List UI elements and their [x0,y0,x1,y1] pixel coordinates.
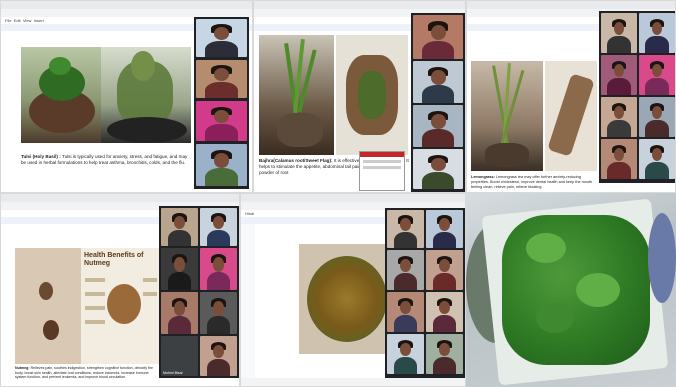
participant-tile[interactable] [161,208,198,246]
menu-item-insert[interactable]: Insert [34,18,44,23]
participant-tile[interactable] [387,334,424,374]
participant-tile[interactable] [601,55,637,95]
bajhra-photo-roots [336,35,408,155]
nutmeg-caption: Nutmeg: Relieves pain, soothes indigesti… [15,366,160,380]
panel-lemongrass: Lemongrass: Lemongrass tea may offer fur… [466,0,676,193]
tulsi-photo-bush [101,47,191,143]
participant-tile[interactable] [426,250,463,290]
meet-participants-grid [385,208,465,378]
participant-name: Mohini Bisal [163,371,183,375]
nutmeg-caption-title: Nutmeg: [15,366,30,370]
participant-tile[interactable] [387,250,424,290]
participant-tile[interactable] [426,292,463,332]
meet-participants-grid [599,11,675,183]
bajhra-photo-plant [259,35,334,155]
browser-toolbar[interactable] [1,9,252,17]
participant-tile[interactable] [601,139,637,179]
participant-tile[interactable] [426,334,463,374]
participant-tile[interactable] [387,210,424,248]
lemongrass-caption: Lemongrass: Lemongrass tea may offer fur… [471,175,599,190]
panel-tulsi: File Edit View Insert Tulsi (Holy Basil)… [0,0,253,193]
meet-participants-column [411,13,465,192]
tulsi-caption-title: Tulsi (Holy Basil) : [21,154,61,159]
lemongrass-caption-title: Lemongrass: [471,175,495,179]
participant-tile[interactable] [413,149,463,189]
lemongrass-photo-dried [545,61,597,171]
participant-tile[interactable] [601,13,637,53]
participant-tile[interactable] [200,208,237,246]
menu-item-file[interactable]: File [5,18,11,23]
participant-tile[interactable] [639,97,675,137]
infographic-title: Health Benefits of Nutmeg [84,252,144,267]
browser-tab-bar[interactable] [1,1,252,9]
participant-tile[interactable] [161,292,198,334]
lemongrass-photo-plant [471,61,543,171]
browser-tab-bar[interactable] [1,194,239,202]
participant-tile[interactable] [639,13,675,53]
participant-tile[interactable] [639,139,675,179]
browser-tab-bar[interactable] [467,1,675,9]
participant-tile[interactable] [200,336,237,376]
browser-tab-bar[interactable] [254,1,465,9]
nutmeg-photo [15,248,81,364]
participant-tile[interactable] [413,61,463,103]
taskbar-strip[interactable] [241,378,465,386]
sprouts-photo [299,244,395,354]
panel-nutmeg: Health Benefits of Nutmeg Nutmeg: Reliev… [0,193,240,387]
doc-title[interactable]: Hindi [245,211,254,216]
participant-tile[interactable] [387,292,424,332]
herb-tray-photo [466,193,676,387]
participant-tile[interactable] [426,210,463,248]
meet-participants-column [194,17,249,189]
browser-tab-bar[interactable] [241,194,465,202]
tulsi-photo-pot [21,47,103,143]
meet-participants-grid: Mohini Bisal [159,206,239,378]
nutmeg-infographic: Health Benefits of Nutmeg [81,248,159,364]
participant-tile-named[interactable]: Mohini Bisal [161,336,198,376]
participant-tile[interactable] [161,248,198,290]
bajhra-caption-title: Bajhra(Calamus root/Sweet Flag): [259,158,333,163]
participant-tile[interactable] [200,248,237,290]
participant-tile[interactable] [413,105,463,147]
participant-tile[interactable] [601,97,637,137]
participant-tile[interactable] [196,144,247,186]
panel-bajhra: Bajhra(Calamus root/Sweet Flag): It is e… [253,0,466,193]
participant-tile[interactable] [196,19,247,57]
participant-tile[interactable] [200,292,237,334]
menu-item-edit[interactable]: Edit [14,18,21,23]
popup-dialog[interactable] [359,151,405,191]
docs-page-margin [241,224,255,380]
participant-tile[interactable] [196,101,247,141]
tulsi-caption: Tulsi (Holy Basil) : Tulsi is typically … [21,154,191,166]
participant-tile[interactable] [639,55,675,95]
panel-sprouts: Hindi [240,193,466,387]
nutmeg-caption-body: Relieves pain, soothes indigestion, stre… [15,366,154,380]
menu-item-view[interactable]: View [23,18,32,23]
participant-tile[interactable] [413,15,463,59]
participant-tile[interactable] [196,60,247,98]
